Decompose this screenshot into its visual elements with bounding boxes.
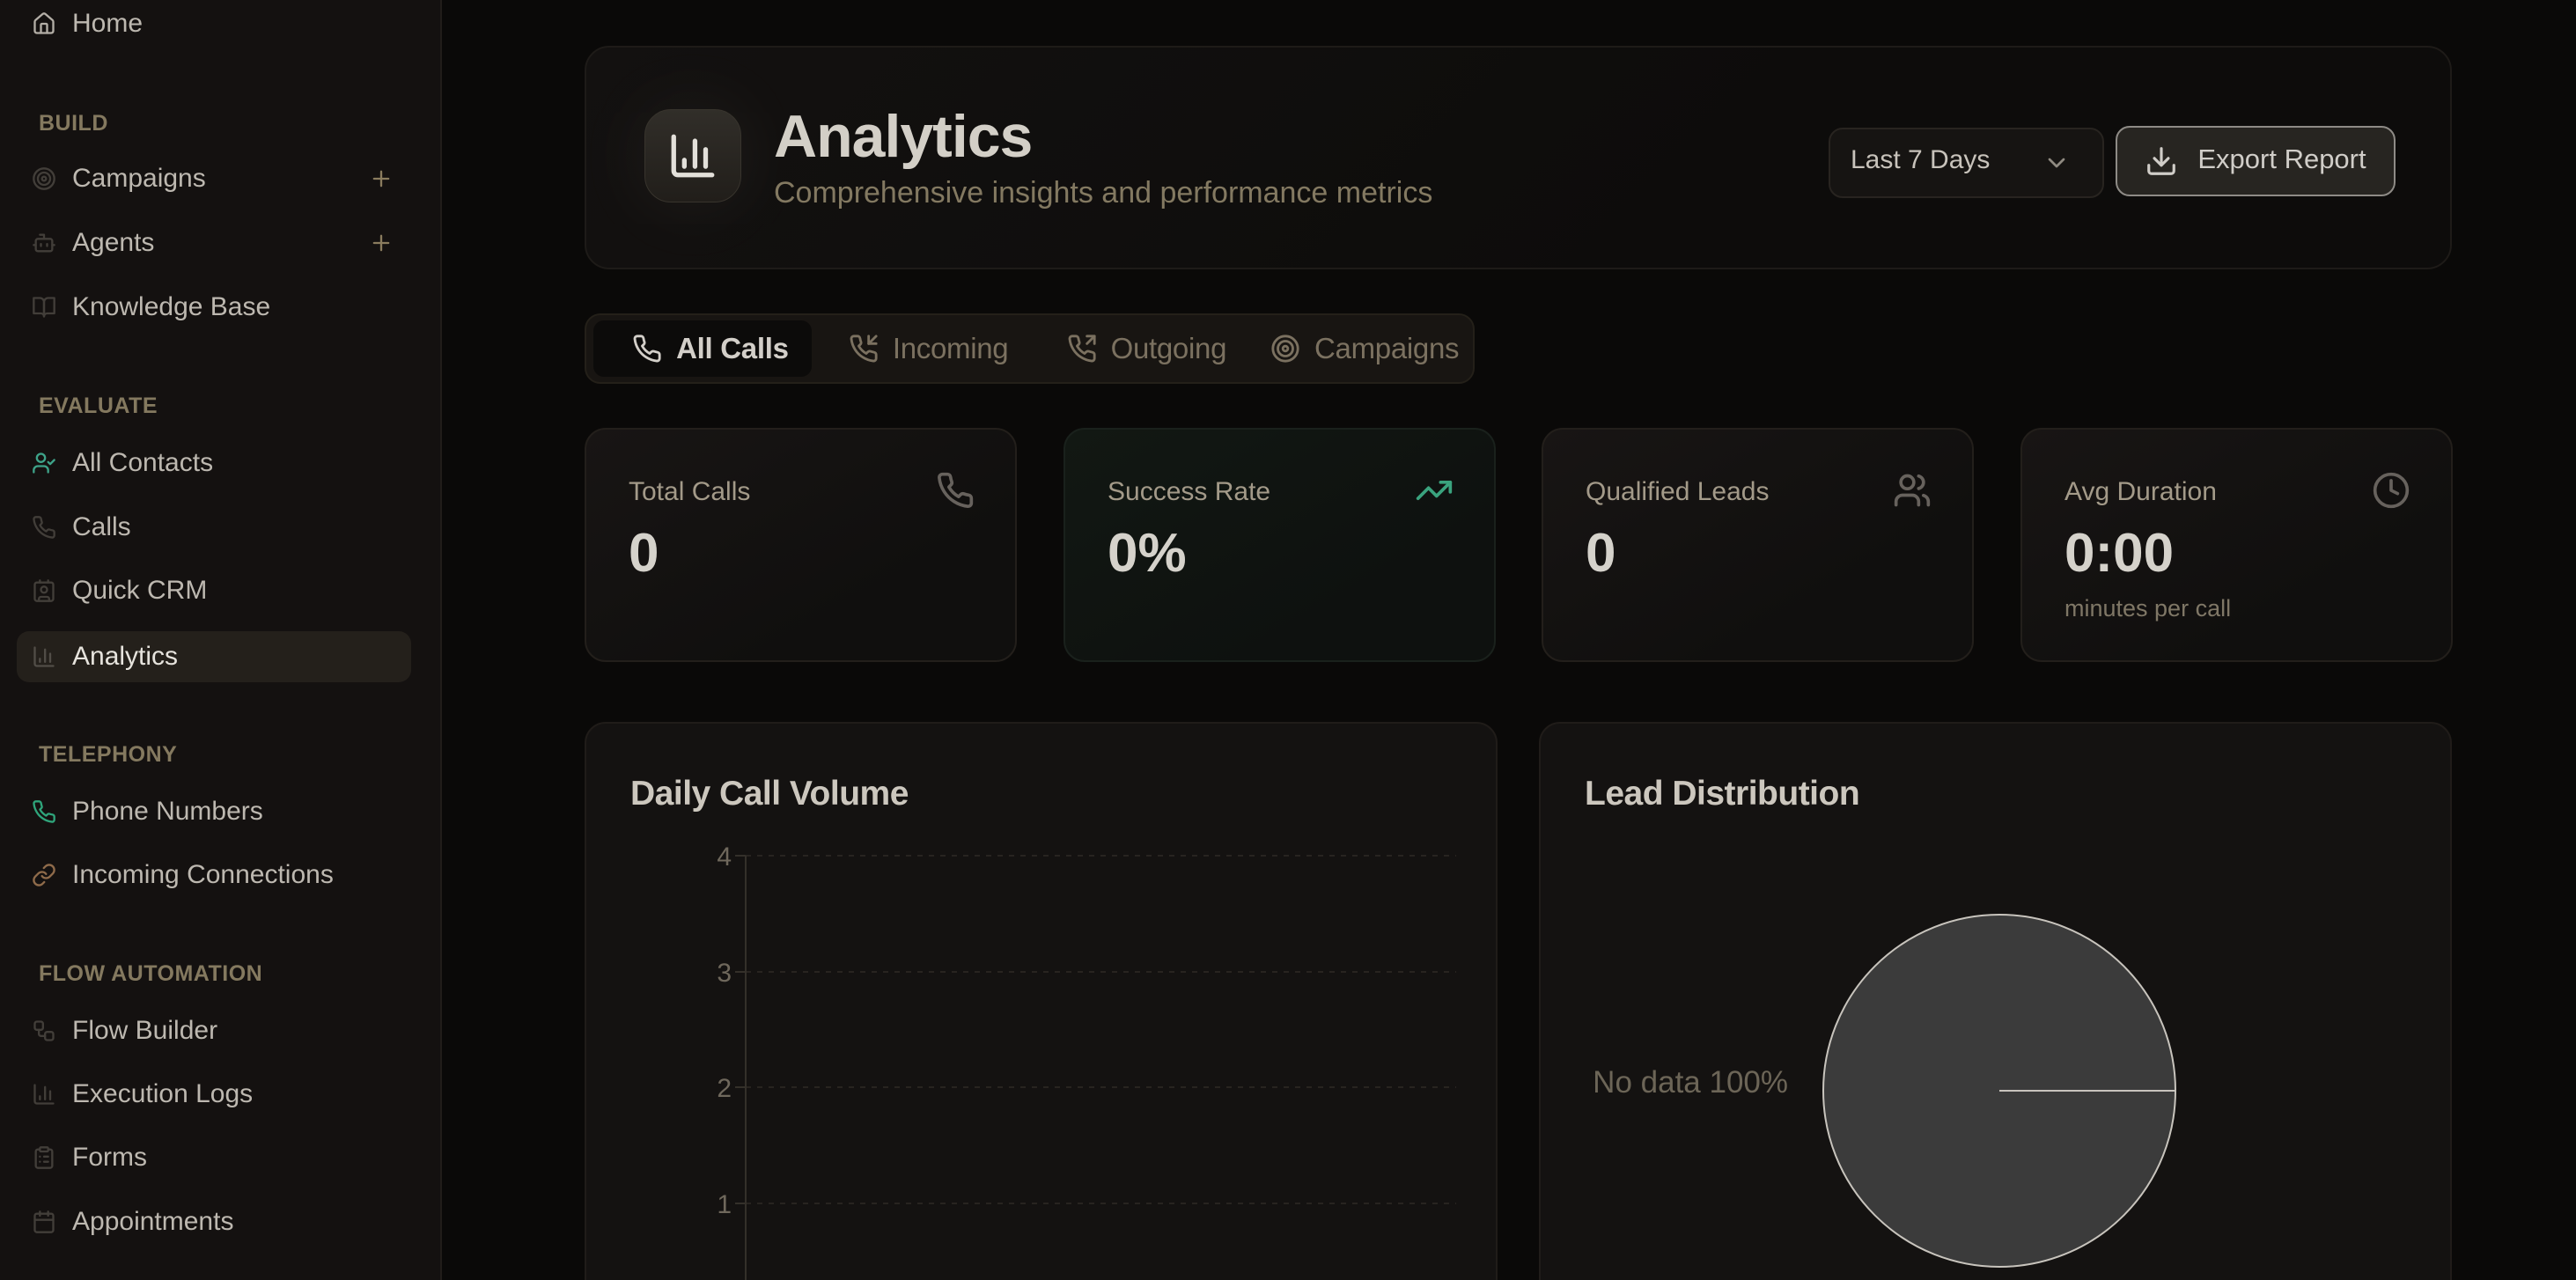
svg-text:4: 4 <box>717 842 732 872</box>
svg-text:3: 3 <box>717 959 732 988</box>
svg-text:2: 2 <box>717 1074 732 1103</box>
svg-text:1: 1 <box>717 1190 732 1219</box>
svg-text:No data 100%: No data 100% <box>1593 1065 1788 1100</box>
